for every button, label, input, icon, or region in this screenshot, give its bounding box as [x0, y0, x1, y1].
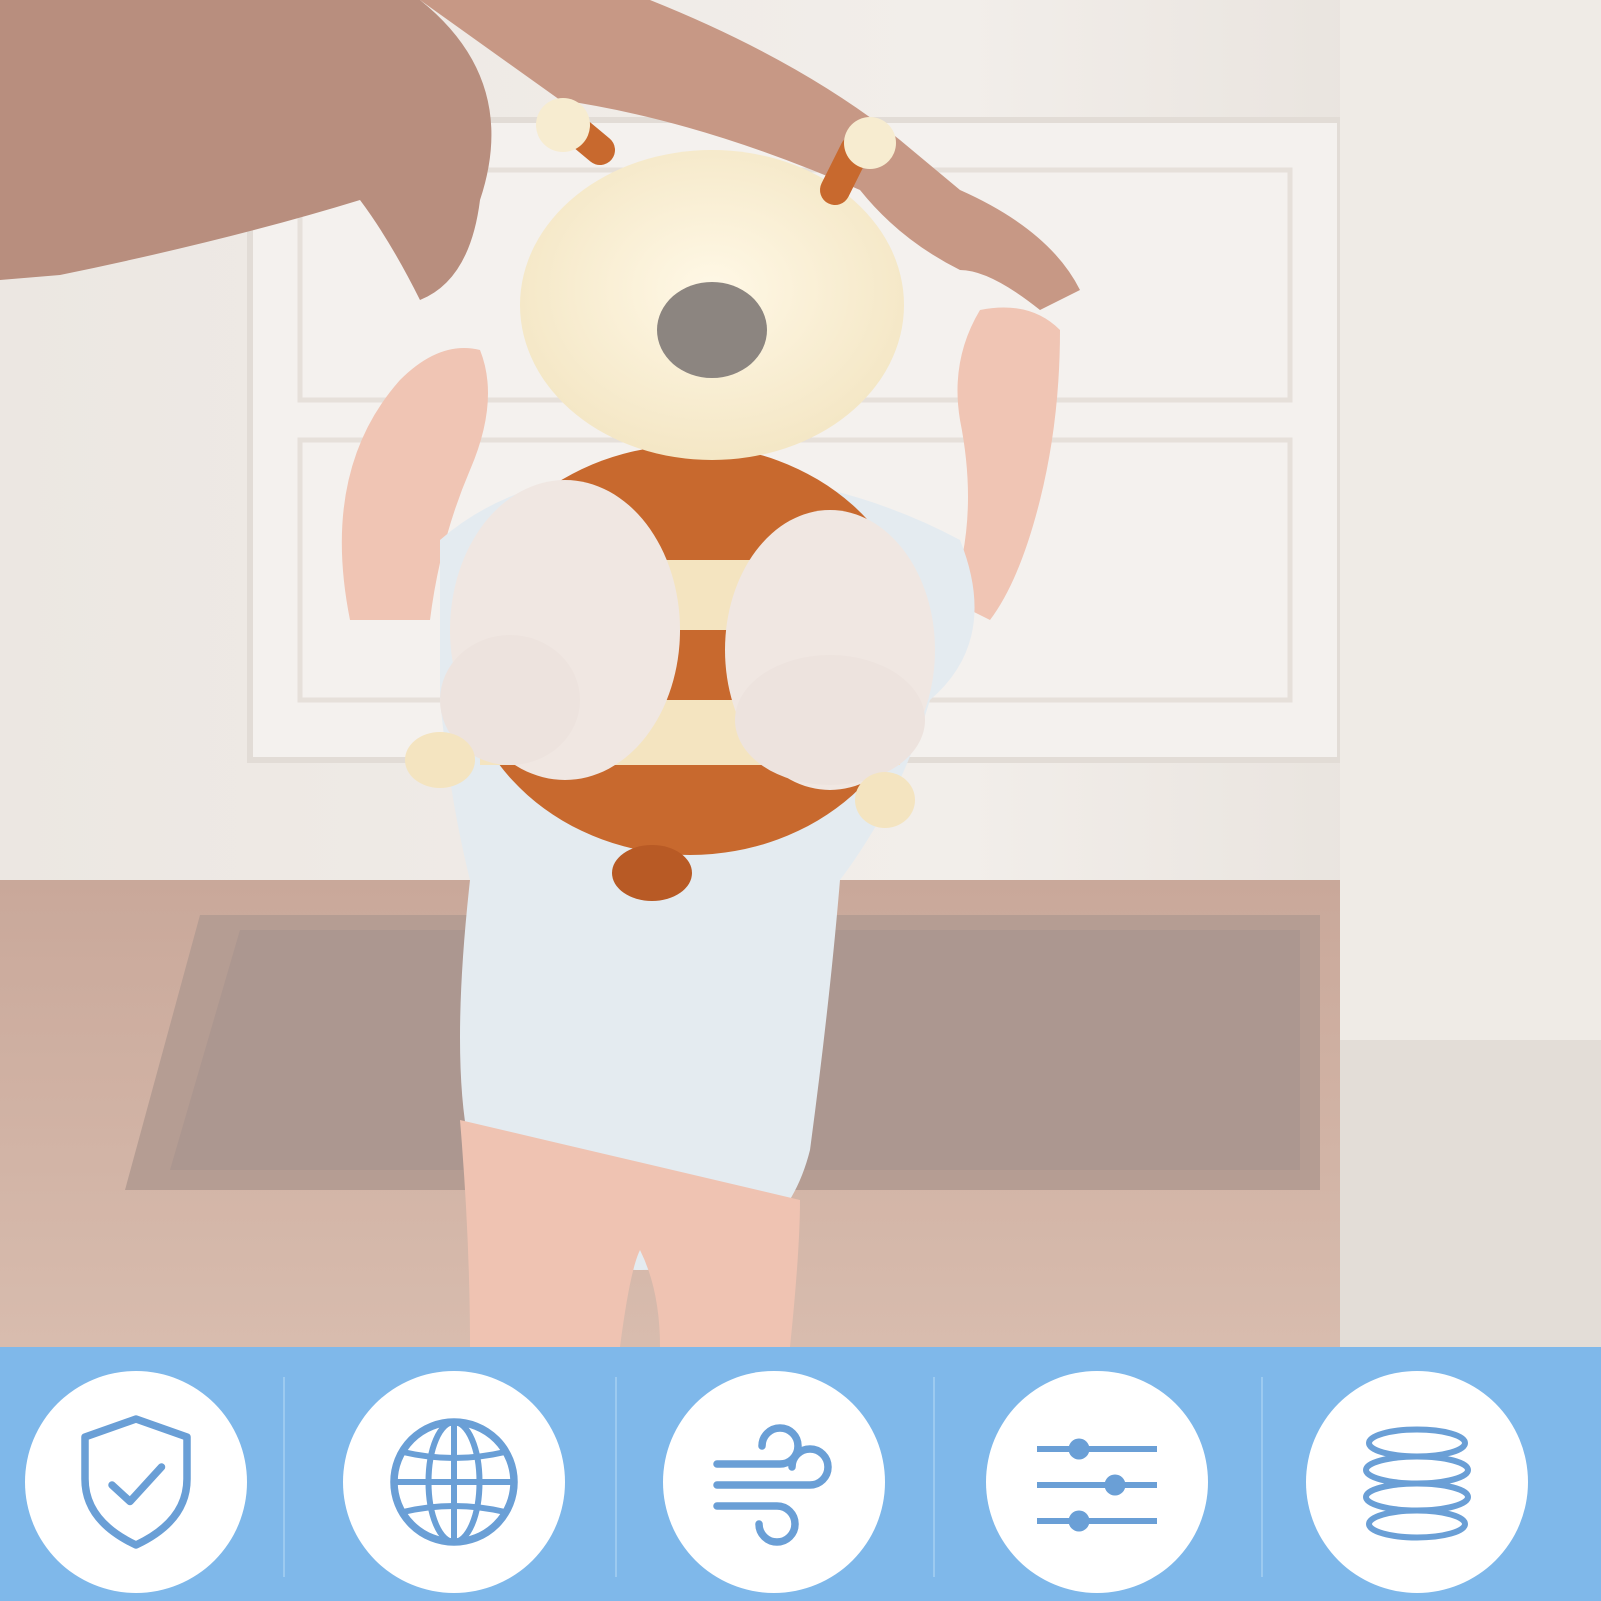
adjustment-sliders-icon [1037, 1438, 1157, 1532]
band-divider [1261, 1377, 1263, 1577]
band-divider [933, 1377, 935, 1577]
antenna-tip-right [844, 117, 896, 169]
spring-coil-icon [1363, 1426, 1471, 1541]
badge-shield [25, 1371, 247, 1593]
feature-icon-band [0, 1347, 1601, 1601]
product-photo [0, 0, 1601, 1347]
shield-check-icon [81, 1415, 191, 1549]
band-divider [615, 1377, 617, 1577]
badge-airflow [663, 1371, 885, 1593]
band-divider [283, 1377, 285, 1577]
badge-globe [343, 1371, 565, 1593]
badge-spring [1306, 1371, 1528, 1593]
globe-icon [390, 1418, 518, 1546]
bee-stinger [612, 845, 692, 901]
wind-airflow-icon [713, 1424, 832, 1546]
antenna-tip-left [536, 98, 590, 152]
badge-sliders [986, 1371, 1208, 1593]
